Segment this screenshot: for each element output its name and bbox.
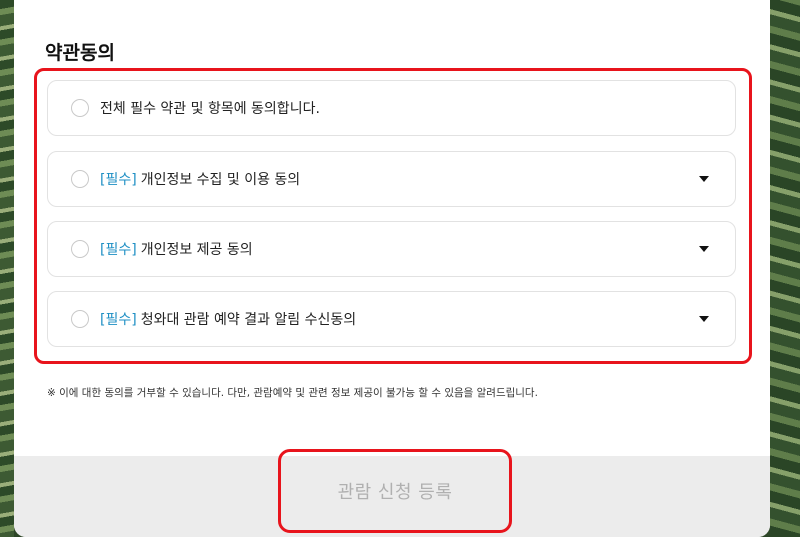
terms-item-privacy-collection[interactable]: [필수] 개인정보 수집 및 이용 동의 — [47, 151, 736, 207]
chevron-down-icon[interactable] — [699, 176, 709, 182]
chevron-down-icon[interactable] — [699, 316, 709, 322]
consent-notice: ※ 이에 대한 동의를 거부할 수 있습니다. 다만, 관람예약 및 관련 정보… — [47, 387, 538, 399]
required-tag: [필수] — [100, 312, 137, 328]
terms-item-result-notification[interactable]: [필수] 청와대 관람 예약 결과 알림 수신동의 — [47, 291, 736, 347]
required-tag: [필수] — [100, 242, 137, 258]
privacy-provision-label: 개인정보 제공 동의 — [140, 242, 253, 258]
background-forest-right — [770, 0, 800, 537]
submit-button[interactable]: 관람 신청 등록 — [278, 449, 512, 533]
terms-item-privacy-provision[interactable]: [필수] 개인정보 제공 동의 — [47, 221, 736, 277]
privacy-collection-radio[interactable] — [71, 170, 89, 188]
result-notification-radio[interactable] — [71, 310, 89, 328]
chevron-down-icon[interactable] — [699, 246, 709, 252]
required-tag: [필수] — [100, 172, 137, 188]
privacy-provision-text: [필수] 개인정보 제공 동의 — [100, 239, 253, 259]
submit-button-label: 관람 신청 등록 — [337, 482, 453, 503]
agree-all-row[interactable]: 전체 필수 약관 및 항목에 동의합니다. — [47, 80, 736, 136]
privacy-collection-label: 개인정보 수집 및 이용 동의 — [140, 172, 301, 188]
agree-all-label: 전체 필수 약관 및 항목에 동의합니다. — [100, 101, 320, 117]
terms-section-title: 약관동의 — [45, 42, 115, 64]
background-forest-left — [0, 0, 14, 537]
privacy-collection-text: [필수] 개인정보 수집 및 이용 동의 — [100, 169, 300, 189]
agree-all-radio[interactable] — [71, 99, 89, 117]
reservation-modal: 약관동의 전체 필수 약관 및 항목에 동의합니다. [필수] 개인정보 수집 및… — [14, 0, 770, 537]
privacy-provision-radio[interactable] — [71, 240, 89, 258]
result-notification-label: 청와대 관람 예약 결과 알림 수신동의 — [140, 312, 357, 328]
result-notification-text: [필수] 청와대 관람 예약 결과 알림 수신동의 — [100, 309, 356, 329]
